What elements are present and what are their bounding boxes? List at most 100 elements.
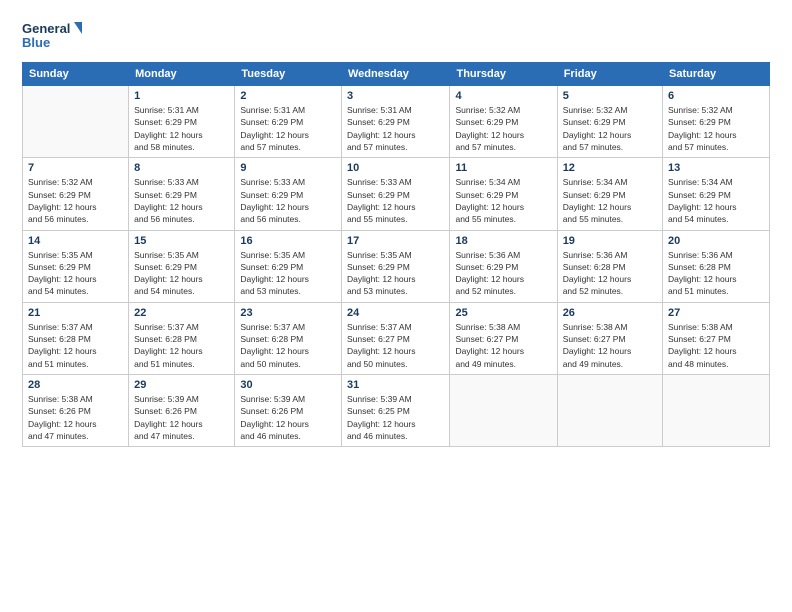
calendar-header-cell: Monday	[129, 63, 235, 86]
logo: General Blue	[22, 18, 82, 54]
svg-text:Blue: Blue	[22, 35, 50, 50]
calendar-week-row: 1 Sunrise: 5:31 AMSunset: 6:29 PMDaylight…	[23, 86, 770, 158]
svg-text:General: General	[22, 21, 70, 36]
day-info: Sunrise: 5:38 AMSunset: 6:26 PMDaylight:…	[28, 393, 123, 442]
calendar-day-cell: 25Sunrise: 5:38 AMSunset: 6:27 PMDayligh…	[450, 302, 557, 374]
day-info: Sunrise: 5:32 AMSunset: 6:29 PMDaylight:…	[563, 104, 657, 153]
day-number: 11	[455, 162, 551, 174]
day-number: 17	[347, 235, 445, 247]
day-number: 30	[240, 379, 336, 391]
calendar-day-cell: 28 Sunrise: 5:38 AMSunset: 6:26 PMDayligh…	[23, 375, 129, 447]
day-info: Sunrise: 5:35 AMSunset: 6:29 PMDaylight:…	[240, 249, 336, 298]
calendar-day-cell: 21 Sunrise: 5:37 AMSunset: 6:28 PMDayligh…	[23, 302, 129, 374]
day-info: Sunrise: 5:31 AMSunset: 6:29 PMDaylight:…	[240, 104, 336, 153]
calendar-day-cell: 24 Sunrise: 5:37 AMSunset: 6:27 PMDayligh…	[341, 302, 450, 374]
day-info: Sunrise: 5:32 AMSunset: 6:29 PMDaylight:…	[668, 104, 764, 153]
day-info: Sunrise: 5:39 AMSunset: 6:25 PMDaylight:…	[347, 393, 445, 442]
day-info: Sunrise: 5:35 AMSunset: 6:29 PMDaylight:…	[28, 249, 123, 298]
calendar-week-row: 28 Sunrise: 5:38 AMSunset: 6:26 PMDayligh…	[23, 375, 770, 447]
calendar-day-cell: 3Sunrise: 5:31 AMSunset: 6:29 PMDaylight…	[341, 86, 450, 158]
calendar-header-cell: Tuesday	[235, 63, 342, 86]
calendar-day-cell: 6 Sunrise: 5:32 AMSunset: 6:29 PMDaylight…	[663, 86, 770, 158]
day-number: 28	[28, 379, 123, 391]
day-number: 31	[347, 379, 445, 391]
calendar-day-cell	[450, 375, 557, 447]
day-number: 15	[134, 235, 229, 247]
day-info: Sunrise: 5:34 AMSunset: 6:29 PMDaylight:…	[563, 176, 657, 225]
day-info: Sunrise: 5:33 AMSunset: 6:29 PMDaylight:…	[347, 176, 445, 225]
day-number: 9	[240, 162, 336, 174]
day-number: 8	[134, 162, 229, 174]
calendar-day-cell: 8 Sunrise: 5:33 AMSunset: 6:29 PMDaylight…	[129, 158, 235, 230]
day-number: 20	[668, 235, 764, 247]
calendar-day-cell: 31 Sunrise: 5:39 AMSunset: 6:25 PMDayligh…	[341, 375, 450, 447]
day-number: 2	[240, 90, 336, 102]
calendar-week-row: 21 Sunrise: 5:37 AMSunset: 6:28 PMDayligh…	[23, 302, 770, 374]
calendar-day-cell: 13Sunrise: 5:34 AMSunset: 6:29 PMDayligh…	[663, 158, 770, 230]
day-info: Sunrise: 5:37 AMSunset: 6:28 PMDaylight:…	[240, 321, 336, 370]
day-number: 4	[455, 90, 551, 102]
day-number: 10	[347, 162, 445, 174]
page: General Blue SundayMondayTuesdayWednesda…	[0, 0, 792, 612]
day-info: Sunrise: 5:35 AMSunset: 6:29 PMDaylight:…	[347, 249, 445, 298]
calendar-day-cell: 12Sunrise: 5:34 AMSunset: 6:29 PMDayligh…	[557, 158, 662, 230]
calendar-day-cell: 20 Sunrise: 5:36 AMSunset: 6:28 PMDayligh…	[663, 230, 770, 302]
calendar-day-cell: 1 Sunrise: 5:31 AMSunset: 6:29 PMDaylight…	[129, 86, 235, 158]
calendar-day-cell	[23, 86, 129, 158]
day-info: Sunrise: 5:32 AMSunset: 6:29 PMDaylight:…	[28, 176, 123, 225]
day-info: Sunrise: 5:37 AMSunset: 6:28 PMDaylight:…	[134, 321, 229, 370]
calendar-day-cell: 7 Sunrise: 5:32 AMSunset: 6:29 PMDaylight…	[23, 158, 129, 230]
day-info: Sunrise: 5:36 AMSunset: 6:28 PMDaylight:…	[668, 249, 764, 298]
calendar-header-cell: Sunday	[23, 63, 129, 86]
day-info: Sunrise: 5:38 AMSunset: 6:27 PMDaylight:…	[455, 321, 551, 370]
day-number: 18	[455, 235, 551, 247]
day-number: 21	[28, 307, 123, 319]
day-info: Sunrise: 5:31 AMSunset: 6:29 PMDaylight:…	[347, 104, 445, 153]
day-info: Sunrise: 5:31 AMSunset: 6:29 PMDaylight:…	[134, 104, 229, 153]
day-info: Sunrise: 5:34 AMSunset: 6:29 PMDaylight:…	[668, 176, 764, 225]
calendar-header-row: SundayMondayTuesdayWednesdayThursdayFrid…	[23, 63, 770, 86]
calendar-day-cell: 19Sunrise: 5:36 AMSunset: 6:28 PMDayligh…	[557, 230, 662, 302]
logo-svg: General Blue	[22, 18, 82, 54]
day-info: Sunrise: 5:38 AMSunset: 6:27 PMDaylight:…	[668, 321, 764, 370]
day-number: 5	[563, 90, 657, 102]
day-number: 24	[347, 307, 445, 319]
calendar-day-cell: 17 Sunrise: 5:35 AMSunset: 6:29 PMDayligh…	[341, 230, 450, 302]
day-number: 6	[668, 90, 764, 102]
calendar-header-cell: Wednesday	[341, 63, 450, 86]
day-number: 7	[28, 162, 123, 174]
day-info: Sunrise: 5:39 AMSunset: 6:26 PMDaylight:…	[240, 393, 336, 442]
day-info: Sunrise: 5:33 AMSunset: 6:29 PMDaylight:…	[134, 176, 229, 225]
day-number: 29	[134, 379, 229, 391]
calendar-week-row: 14Sunrise: 5:35 AMSunset: 6:29 PMDayligh…	[23, 230, 770, 302]
calendar-header-cell: Thursday	[450, 63, 557, 86]
day-info: Sunrise: 5:37 AMSunset: 6:27 PMDaylight:…	[347, 321, 445, 370]
day-info: Sunrise: 5:32 AMSunset: 6:29 PMDaylight:…	[455, 104, 551, 153]
day-number: 16	[240, 235, 336, 247]
header: General Blue	[22, 18, 770, 54]
calendar-day-cell	[557, 375, 662, 447]
calendar-day-cell: 5 Sunrise: 5:32 AMSunset: 6:29 PMDaylight…	[557, 86, 662, 158]
calendar-day-cell: 14Sunrise: 5:35 AMSunset: 6:29 PMDayligh…	[23, 230, 129, 302]
day-number: 23	[240, 307, 336, 319]
calendar-header-cell: Saturday	[663, 63, 770, 86]
calendar-header-cell: Friday	[557, 63, 662, 86]
calendar-day-cell: 15Sunrise: 5:35 AMSunset: 6:29 PMDayligh…	[129, 230, 235, 302]
calendar-day-cell: 30 Sunrise: 5:39 AMSunset: 6:26 PMDayligh…	[235, 375, 342, 447]
day-number: 1	[134, 90, 229, 102]
calendar-day-cell: 4 Sunrise: 5:32 AMSunset: 6:29 PMDaylight…	[450, 86, 557, 158]
calendar-day-cell	[663, 375, 770, 447]
day-number: 19	[563, 235, 657, 247]
calendar-day-cell: 2 Sunrise: 5:31 AMSunset: 6:29 PMDaylight…	[235, 86, 342, 158]
calendar-day-cell: 22Sunrise: 5:37 AMSunset: 6:28 PMDayligh…	[129, 302, 235, 374]
calendar-week-row: 7 Sunrise: 5:32 AMSunset: 6:29 PMDaylight…	[23, 158, 770, 230]
day-info: Sunrise: 5:36 AMSunset: 6:29 PMDaylight:…	[455, 249, 551, 298]
calendar-day-cell: 29Sunrise: 5:39 AMSunset: 6:26 PMDayligh…	[129, 375, 235, 447]
day-number: 26	[563, 307, 657, 319]
day-info: Sunrise: 5:37 AMSunset: 6:28 PMDaylight:…	[28, 321, 123, 370]
calendar-day-cell: 11Sunrise: 5:34 AMSunset: 6:29 PMDayligh…	[450, 158, 557, 230]
calendar-day-cell: 10 Sunrise: 5:33 AMSunset: 6:29 PMDayligh…	[341, 158, 450, 230]
day-info: Sunrise: 5:33 AMSunset: 6:29 PMDaylight:…	[240, 176, 336, 225]
calendar-day-cell: 18 Sunrise: 5:36 AMSunset: 6:29 PMDayligh…	[450, 230, 557, 302]
calendar-day-cell: 26Sunrise: 5:38 AMSunset: 6:27 PMDayligh…	[557, 302, 662, 374]
